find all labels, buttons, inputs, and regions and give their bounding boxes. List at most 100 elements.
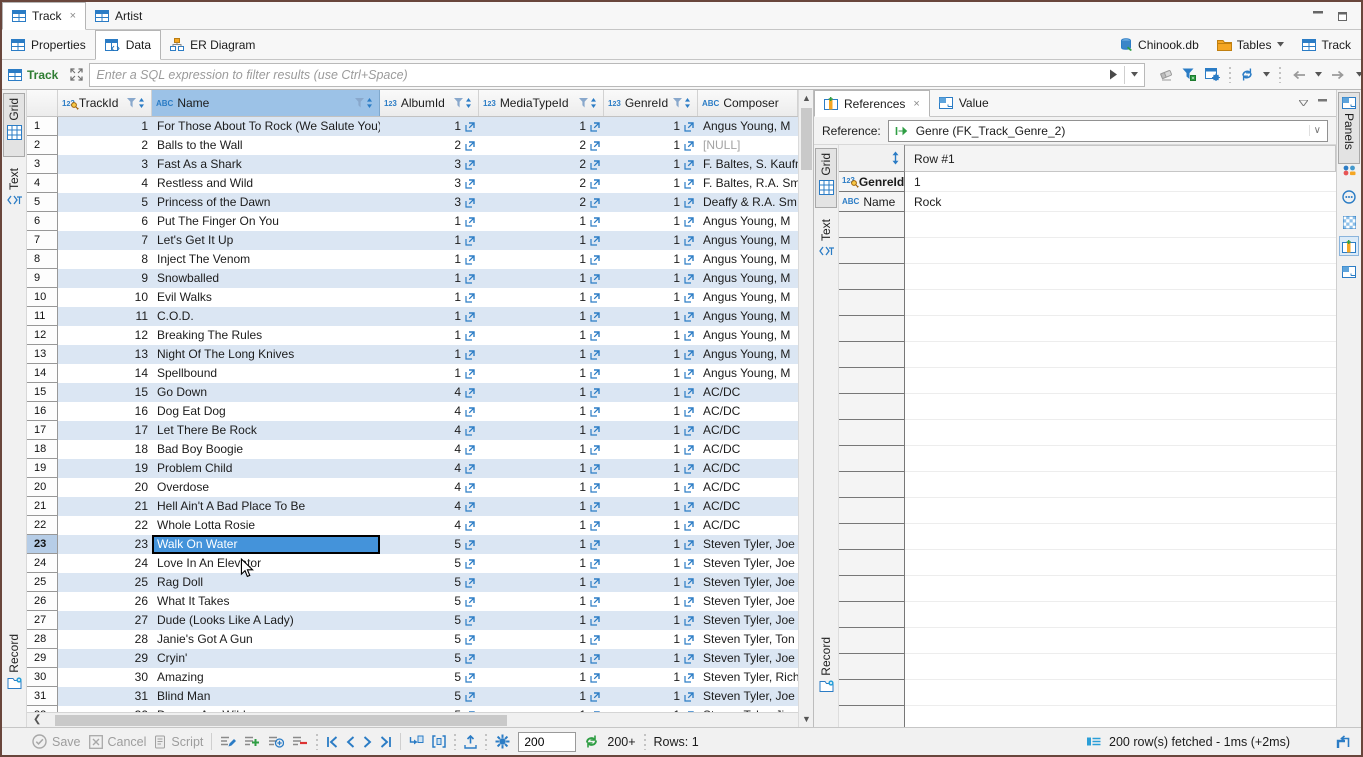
cell-mediatypeid[interactable]: 1 [479, 402, 604, 421]
row-number[interactable]: 3 [27, 155, 58, 174]
open-reference-icon[interactable] [684, 464, 694, 474]
cell-mediatypeid[interactable]: 2 [479, 155, 604, 174]
delete-row-icon[interactable] [292, 735, 308, 748]
open-reference-icon[interactable] [684, 502, 694, 512]
cell-albumid[interactable]: 4 [380, 421, 479, 440]
cell-albumid[interactable]: 5 [380, 630, 479, 649]
cell-name[interactable]: Inject The Venom [152, 250, 380, 269]
open-reference-icon[interactable] [465, 388, 475, 398]
cell-composer[interactable]: Steven Tyler, Ton [698, 630, 798, 649]
cell-genreid[interactable]: 1 [604, 117, 698, 136]
row-number[interactable]: 24 [27, 554, 58, 573]
open-reference-icon[interactable] [684, 293, 694, 303]
cell-mediatypeid[interactable]: 1 [479, 573, 604, 592]
editor-tab-track[interactable]: Track × [2, 2, 86, 30]
cell-mediatypeid[interactable]: 1 [479, 649, 604, 668]
cell-mediatypeid[interactable]: 1 [479, 117, 604, 136]
open-reference-icon[interactable] [684, 312, 694, 322]
cell-name[interactable]: Put The Finger On You [152, 212, 380, 231]
open-reference-icon[interactable] [590, 274, 600, 284]
cell-albumid[interactable]: 4 [380, 516, 479, 535]
custom-filter-icon[interactable] [1182, 68, 1196, 81]
open-reference-icon[interactable] [684, 445, 694, 455]
cell-trackid[interactable]: 20 [58, 478, 152, 497]
cell-mediatypeid[interactable]: 1 [479, 668, 604, 687]
cell-trackid[interactable]: 19 [58, 459, 152, 478]
cell-genreid[interactable]: 1 [604, 459, 698, 478]
filter-sort-icon[interactable] [453, 97, 474, 109]
sort-updown-icon[interactable] [891, 151, 900, 165]
panel-toggle-calc[interactable] [1339, 187, 1359, 207]
cell-trackid[interactable]: 27 [58, 611, 152, 630]
chevron-down-icon[interactable] [1277, 42, 1284, 47]
open-reference-icon[interactable] [465, 540, 475, 550]
open-reference-icon[interactable] [465, 673, 475, 683]
open-reference-icon[interactable] [590, 122, 600, 132]
close-tab-icon[interactable]: × [70, 10, 76, 22]
reference-combo[interactable]: Genre (FK_Track_Genre_2) ∨ [888, 120, 1328, 142]
column-header-name[interactable]: ABCName [152, 90, 380, 116]
cell-composer[interactable]: Steven Tyler, Joe [698, 535, 798, 554]
cell-mediatypeid[interactable]: 1 [479, 630, 604, 649]
cell-name[interactable]: Snowballed [152, 269, 380, 288]
cell-trackid[interactable]: 7 [58, 231, 152, 250]
row-number[interactable]: 4 [27, 174, 58, 193]
field-name[interactable]: ABCName [839, 192, 905, 212]
cell-mediatypeid[interactable]: 1 [479, 364, 604, 383]
row-number[interactable]: 27 [27, 611, 58, 630]
cell-name[interactable]: C.O.D. [152, 307, 380, 326]
cell-mediatypeid[interactable]: 1 [479, 516, 604, 535]
open-reference-icon[interactable] [684, 673, 694, 683]
row-number[interactable]: 7 [27, 231, 58, 250]
cell-trackid[interactable]: 3 [58, 155, 152, 174]
first-row-icon[interactable] [326, 736, 338, 748]
open-reference-icon[interactable] [684, 616, 694, 626]
row-number[interactable]: 2 [27, 136, 58, 155]
cell-albumid[interactable]: 5 [380, 649, 479, 668]
field-name[interactable]: 123GenreId [839, 172, 905, 192]
cell-trackid[interactable]: 2 [58, 136, 152, 155]
cell-albumid[interactable]: 1 [380, 288, 479, 307]
pin-panel-icon[interactable] [1336, 735, 1351, 749]
open-reference-icon[interactable] [684, 521, 694, 531]
filter-sort-icon[interactable] [126, 97, 147, 109]
cell-genreid[interactable]: 1 [604, 630, 698, 649]
open-reference-icon[interactable] [465, 255, 475, 265]
cell-genreid[interactable]: 1 [604, 421, 698, 440]
cell-genreid[interactable]: 1 [604, 554, 698, 573]
cell-albumid[interactable]: 4 [380, 402, 479, 421]
row-number[interactable]: 29 [27, 649, 58, 668]
cell-mediatypeid[interactable]: 1 [479, 478, 604, 497]
cell-genreid[interactable]: 1 [604, 402, 698, 421]
row-number[interactable]: 18 [27, 440, 58, 459]
open-reference-icon[interactable] [590, 179, 600, 189]
cell-trackid[interactable]: 30 [58, 668, 152, 687]
cell-genreid[interactable]: 1 [604, 649, 698, 668]
row-number[interactable]: 15 [27, 383, 58, 402]
panels-tab[interactable]: Panels [1338, 92, 1360, 164]
filter-sort-icon[interactable] [672, 97, 693, 109]
cell-mediatypeid[interactable]: 1 [479, 383, 604, 402]
cell-trackid[interactable]: 5 [58, 193, 152, 212]
open-reference-icon[interactable] [684, 331, 694, 341]
open-reference-icon[interactable] [465, 597, 475, 607]
cell-genreid[interactable]: 1 [604, 478, 698, 497]
refresh-icon[interactable] [1240, 68, 1254, 81]
cell-name[interactable]: Breaking The Rules [152, 326, 380, 345]
column-header-mediatypeid[interactable]: 123MediaTypeId [479, 90, 604, 116]
cell-genreid[interactable]: 1 [604, 155, 698, 174]
vertical-scrollbar[interactable]: ▲ ▼ [798, 90, 813, 727]
cell-mediatypeid[interactable]: 1 [479, 231, 604, 250]
cell-mediatypeid[interactable]: 1 [479, 535, 604, 554]
cell-mediatypeid[interactable]: 2 [479, 174, 604, 193]
panel-toggle-grouping[interactable] [1339, 212, 1359, 232]
open-reference-icon[interactable] [590, 198, 600, 208]
open-reference-icon[interactable] [590, 616, 600, 626]
open-reference-icon[interactable] [684, 426, 694, 436]
cell-name[interactable]: Janie's Got A Gun [152, 630, 380, 649]
open-reference-icon[interactable] [590, 635, 600, 645]
open-reference-icon[interactable] [684, 635, 694, 645]
open-reference-icon[interactable] [465, 274, 475, 284]
cell-composer[interactable]: Steven Tyler, Joe [698, 611, 798, 630]
back-dropdown-icon[interactable] [1315, 72, 1322, 77]
